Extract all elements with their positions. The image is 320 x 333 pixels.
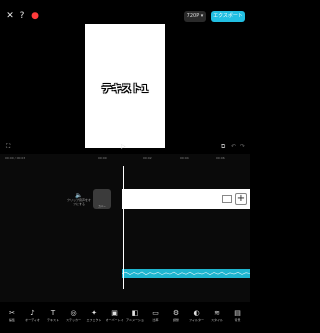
- ruler-tick: 00:06: [216, 156, 225, 160]
- clip-audio-toggle[interactable]: 🔈 クリップ音声をオフにする: [66, 193, 92, 207]
- toolbar-item-sticker[interactable]: ◎ ステッカー: [65, 309, 83, 323]
- cover-label: カバー: [98, 205, 106, 208]
- export-button[interactable]: エクスポート: [211, 11, 245, 22]
- toolbar-item-label: フィルター: [189, 318, 204, 322]
- toolbar-item-adjust[interactable]: ⚙ 調整: [167, 309, 185, 323]
- background-icon: ▤: [234, 309, 241, 317]
- keyframe-icon[interactable]: ⧉: [221, 143, 225, 151]
- close-icon[interactable]: ✕: [5, 11, 15, 21]
- chevron-down-icon: ▾: [199, 13, 204, 19]
- ruler-tick: 00:02: [143, 156, 152, 160]
- add-clip-button[interactable]: +: [235, 193, 247, 205]
- time-readout: 00:00 / 00:03: [5, 156, 26, 160]
- filter-icon: ◐: [193, 309, 200, 317]
- style-icon: ≋: [214, 309, 220, 317]
- toolbar-item-overlay[interactable]: ▣ オーバーレイ: [106, 309, 124, 323]
- sticker-icon: ◎: [70, 309, 77, 317]
- adjust-icon: ⚙: [172, 309, 180, 317]
- redo-icon[interactable]: ↷: [240, 143, 245, 150]
- toolbar-item-label: 調整: [172, 318, 179, 322]
- toolbar-item-filter[interactable]: ◐ フィルター: [188, 309, 206, 323]
- play-icon[interactable]: ▷: [121, 143, 126, 150]
- ratio-icon: ▭: [152, 309, 159, 317]
- ruler-tick: 00:00: [98, 156, 107, 160]
- timeline-panel[interactable]: [0, 154, 250, 302]
- toolbar-item-text[interactable]: T テキスト: [44, 309, 62, 323]
- toolbar-item-label: 編集: [8, 318, 15, 322]
- video-preview-canvas[interactable]: テキスト1: [85, 24, 165, 148]
- toolbar-item-audio[interactable]: ♪ オーディオ: [24, 309, 42, 323]
- audio-waveform: [122, 271, 250, 276]
- effect-icon: ✦: [91, 309, 97, 317]
- toolbar-item-label: スタイル: [210, 318, 223, 322]
- toolbar-item-label: オーバーレイ: [105, 318, 124, 322]
- toolbar-item-background[interactable]: ▤ 背景: [229, 309, 247, 323]
- toolbar-item-edit[interactable]: ✂ 編集: [3, 309, 21, 323]
- playhead[interactable]: [123, 166, 124, 289]
- toolbar-item-label: 比率: [152, 318, 159, 322]
- toolbar-item-effect[interactable]: ✦ エフェクト: [85, 309, 103, 323]
- toolbar-item-label: エフェクト: [86, 318, 102, 322]
- resolution-label: 720P: [186, 13, 200, 19]
- undo-icon[interactable]: ↶: [231, 143, 236, 150]
- toolbar-item-label: テキスト: [47, 318, 59, 322]
- text-icon: T: [50, 309, 56, 317]
- animation-icon: ◧: [131, 309, 139, 317]
- toolbar-item-ratio[interactable]: ▭ 比率: [147, 309, 165, 323]
- toolbar-item-animation[interactable]: ◧アニメーション: [126, 309, 144, 323]
- toolbar-item-label: ステッカー: [65, 318, 81, 322]
- clip-end-marker[interactable]: [222, 195, 232, 203]
- audio-icon: ♪: [30, 309, 35, 317]
- resolution-button[interactable]: 720P ▾: [184, 11, 206, 22]
- toolbar-item-label: オーディオ: [25, 318, 40, 322]
- fullscreen-icon[interactable]: ⛶: [6, 143, 10, 151]
- toolbar-item-style[interactable]: ≋ スタイル: [208, 309, 226, 323]
- overlay-icon: ▣: [111, 309, 118, 317]
- toolbar-item-label: 背景: [234, 318, 241, 322]
- clip-audio-label: クリップ音声をオフにする: [66, 198, 91, 206]
- flame-icon[interactable]: ●: [30, 11, 40, 21]
- edit-icon: ✂: [9, 309, 15, 317]
- toolbar-item-label: アニメーション: [126, 318, 144, 322]
- help-icon[interactable]: ?: [17, 11, 27, 21]
- ruler-tick: 00:04: [180, 156, 189, 160]
- preview-text-overlay[interactable]: テキスト1: [85, 80, 165, 95]
